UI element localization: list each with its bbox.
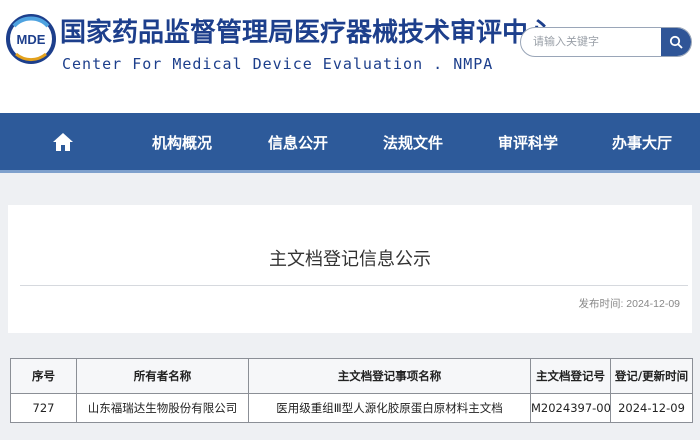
search-input[interactable]	[521, 28, 661, 56]
logo-text: MDE	[17, 32, 46, 47]
page-title: 主文档登记信息公示	[269, 249, 431, 270]
site-logo[interactable]: MDE	[6, 6, 56, 68]
cell-date: 2024-12-09	[610, 393, 693, 423]
registration-table: 序号 所有者名称 主文档登记事项名称 主文档登记号 登记/更新时间 727 山东…	[10, 358, 693, 423]
nav-item-about[interactable]: 机构概况	[152, 113, 212, 173]
home-icon[interactable]	[52, 131, 74, 153]
cell-item-name: 医用级重组Ⅲ型人源化胶原蛋白原材料主文档	[248, 393, 531, 423]
nav-item-info-disclosure[interactable]: 信息公开	[268, 113, 328, 173]
search-icon	[669, 35, 683, 49]
cell-seq: 727	[10, 393, 77, 423]
column-header-date: 登记/更新时间	[610, 358, 693, 394]
column-header-owner: 所有者名称	[76, 358, 249, 394]
column-header-item-name: 主文档登记事项名称	[248, 358, 531, 394]
cell-reg-no: M2024397-000	[530, 393, 611, 423]
nav-item-service-hall[interactable]: 办事大厅	[612, 113, 672, 173]
notice-card: 主文档登记信息公示 发布时间: 2024-12-09	[8, 205, 692, 333]
publish-date: 发布时间: 2024-12-09	[578, 298, 680, 310]
title-divider	[20, 285, 688, 286]
nav-item-regulations[interactable]: 法规文件	[383, 113, 443, 173]
table-row: 727 山东福瑞达生物股份有限公司 医用级重组Ⅲ型人源化胶原蛋白原材料主文档 M…	[10, 393, 693, 423]
search-box	[520, 27, 692, 57]
cell-owner: 山东福瑞达生物股份有限公司	[76, 393, 249, 423]
nav-item-review-science[interactable]: 审评科学	[498, 113, 558, 173]
column-header-seq: 序号	[10, 358, 77, 394]
column-header-reg-no: 主文档登记号	[530, 358, 611, 394]
table-header-row: 序号 所有者名称 主文档登记事项名称 主文档登记号 登记/更新时间	[10, 358, 693, 394]
site-header: MDE 国家药品监督管理局医疗器械技术审评中心 Center For Medic…	[0, 0, 700, 113]
search-button[interactable]	[661, 28, 691, 56]
main-nav: 机构概况 信息公开 法规文件 审评科学 办事大厅	[0, 113, 700, 173]
site-subtitle: Center For Medical Device Evaluation . N…	[62, 55, 494, 73]
site-title: 国家药品监督管理局医疗器械技术审评中心	[60, 18, 555, 48]
